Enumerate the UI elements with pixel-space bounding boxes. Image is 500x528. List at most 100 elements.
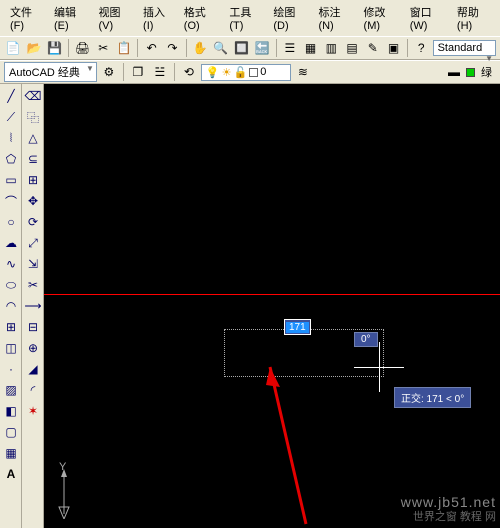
line-icon[interactable]: ╱: [1, 86, 21, 106]
menu-annotate[interactable]: 标注(N): [312, 2, 357, 34]
plot-icon[interactable]: 🖨: [73, 38, 92, 58]
rotate-icon[interactable]: ⟳: [23, 212, 43, 232]
dynamic-length-input[interactable]: 171: [284, 319, 311, 335]
zoom-window-icon[interactable]: 🔲: [232, 38, 251, 58]
offset-icon[interactable]: ⊆: [23, 149, 43, 169]
menu-draw[interactable]: 绘图(D): [267, 2, 312, 34]
chamfer-icon[interactable]: ◢: [23, 359, 43, 379]
bylayer-icon[interactable]: ▬: [444, 62, 464, 82]
length-value: 171: [286, 322, 309, 333]
erase-icon[interactable]: ⌫: [23, 86, 43, 106]
color-swatch-icon: [466, 68, 475, 77]
mirror-icon[interactable]: △: [23, 128, 43, 148]
ortho-tooltip: 正交: 171 < 0°: [394, 387, 471, 408]
ellipse-icon[interactable]: ⬭: [1, 275, 21, 295]
layer-match-icon[interactable]: ≋: [293, 62, 313, 82]
workspace-combo[interactable]: AutoCAD 经典: [4, 62, 97, 82]
circle-icon[interactable]: ○: [1, 212, 21, 232]
scale-icon[interactable]: ⤢: [23, 233, 43, 253]
layer-lock-icon: 🔓: [234, 66, 248, 79]
crosshair-v: [379, 342, 380, 392]
layer-freeze-icon: ☀: [222, 66, 232, 79]
construction-line-icon[interactable]: ⟋: [1, 107, 21, 127]
draw-toolbar: ╱ ⟋ ⦚ ⬠ ▭ ⌒ ○ ☁ ∿ ⬭ ◠ ⊞ ◫ · ▨ ◧ ▢ ▦ A: [0, 84, 22, 528]
layer-states-icon[interactable]: ☱: [150, 62, 170, 82]
layer-previous-icon[interactable]: ⟲: [179, 62, 199, 82]
standard-toolbar: 📄 📂 💾 🖨 ✂ 📋 ↶ ↷ ✋ 🔍 🔲 🔙 ☰ ▦ ▥ ▤ ✎ ▣ ? St…: [0, 36, 500, 60]
help-icon[interactable]: ?: [412, 38, 431, 58]
fillet-icon[interactable]: ◜: [23, 380, 43, 400]
spline-icon[interactable]: ∿: [1, 254, 21, 274]
main-area: ╱ ⟋ ⦚ ⬠ ▭ ⌒ ○ ☁ ∿ ⬭ ◠ ⊞ ◫ · ▨ ◧ ▢ ▦ A ⌫ …: [0, 84, 500, 528]
array-icon[interactable]: ⊞: [23, 170, 43, 190]
explode-icon[interactable]: ✶: [23, 401, 43, 421]
menu-edit[interactable]: 编辑(E): [48, 2, 93, 34]
zoom-prev-icon[interactable]: 🔙: [253, 38, 272, 58]
copy-object-icon[interactable]: ⿻: [23, 107, 43, 127]
red-guide-line: [44, 294, 500, 295]
polyline-icon[interactable]: ⦚: [1, 128, 21, 148]
move-icon[interactable]: ✥: [23, 191, 43, 211]
menu-modify[interactable]: 修改(M): [358, 2, 404, 34]
region-icon[interactable]: ▢: [1, 422, 21, 442]
annotation-style-combo[interactable]: Standard: [433, 40, 497, 56]
join-icon[interactable]: ⊕: [23, 338, 43, 358]
separator: [137, 39, 138, 57]
zoom-icon[interactable]: 🔍: [211, 38, 230, 58]
cut-icon[interactable]: ✂: [94, 38, 113, 58]
redo-icon[interactable]: ↷: [163, 38, 182, 58]
workspace-settings-icon[interactable]: ⚙: [99, 62, 119, 82]
undo-icon[interactable]: ↶: [142, 38, 161, 58]
point-icon[interactable]: ·: [1, 359, 21, 379]
menu-format[interactable]: 格式(O): [178, 2, 224, 34]
layer-on-icon: 💡: [206, 66, 220, 79]
separator: [123, 63, 124, 81]
color-label[interactable]: 绿: [477, 64, 496, 80]
ellipse-arc-icon[interactable]: ◠: [1, 296, 21, 316]
layer-manager-icon[interactable]: ❐: [128, 62, 148, 82]
drawing-canvas[interactable]: 171 0° 正交: 171 < 0° Y www.jb51.net 世界之窗 …: [44, 84, 500, 528]
separator: [68, 39, 69, 57]
new-icon[interactable]: 📄: [4, 38, 23, 58]
tool-palette-icon[interactable]: ▥: [322, 38, 341, 58]
table-icon[interactable]: ▦: [1, 443, 21, 463]
calc-icon[interactable]: ▣: [384, 38, 403, 58]
stretch-icon[interactable]: ⇲: [23, 254, 43, 274]
menu-insert[interactable]: 插入(I): [137, 2, 178, 34]
open-icon[interactable]: 📂: [25, 38, 44, 58]
modify-toolbar: ⌫ ⿻ △ ⊆ ⊞ ✥ ⟳ ⤢ ⇲ ✂ ⟶ ⊟ ⊕ ◢ ◜ ✶: [22, 84, 44, 528]
sheet-set-icon[interactable]: ▤: [343, 38, 362, 58]
arc-icon[interactable]: ⌒: [1, 191, 21, 211]
layer-combo[interactable]: 💡 ☀ 🔓 0: [201, 64, 291, 81]
menu-help[interactable]: 帮助(H): [451, 2, 496, 34]
rectangle-icon[interactable]: ▭: [1, 170, 21, 190]
workspace-value: AutoCAD 经典: [9, 67, 80, 79]
make-block-icon[interactable]: ◫: [1, 338, 21, 358]
revision-cloud-icon[interactable]: ☁: [1, 233, 21, 253]
gradient-icon[interactable]: ◧: [1, 401, 21, 421]
watermark: www.jb51.net 世界之窗 教程 网: [401, 494, 496, 524]
menu-view[interactable]: 视图(V): [93, 2, 138, 34]
separator: [276, 39, 277, 57]
save-icon[interactable]: 💾: [45, 38, 64, 58]
break-icon[interactable]: ⊟: [23, 317, 43, 337]
separator: [186, 39, 187, 57]
menu-bar: 文件(F) 编辑(E) 视图(V) 插入(I) 格式(O) 工具(T) 绘图(D…: [0, 0, 500, 36]
menu-file[interactable]: 文件(F): [4, 2, 48, 34]
polygon-icon[interactable]: ⬠: [1, 149, 21, 169]
extend-icon[interactable]: ⟶: [23, 296, 43, 316]
mtext-icon[interactable]: A: [1, 464, 21, 484]
properties-icon[interactable]: ☰: [281, 38, 300, 58]
markup-icon[interactable]: ✎: [363, 38, 382, 58]
insert-block-icon[interactable]: ⊞: [1, 317, 21, 337]
hatch-icon[interactable]: ▨: [1, 380, 21, 400]
dynamic-angle-input[interactable]: 0°: [354, 332, 378, 347]
trim-icon[interactable]: ✂: [23, 275, 43, 295]
menu-tools[interactable]: 工具(T): [223, 2, 267, 34]
separator: [174, 63, 175, 81]
menu-window[interactable]: 窗口(W): [404, 2, 451, 34]
pan-icon[interactable]: ✋: [191, 38, 210, 58]
copy-icon[interactable]: 📋: [115, 38, 134, 58]
ucs-y-label: Y: [59, 461, 66, 473]
design-center-icon[interactable]: ▦: [301, 38, 320, 58]
